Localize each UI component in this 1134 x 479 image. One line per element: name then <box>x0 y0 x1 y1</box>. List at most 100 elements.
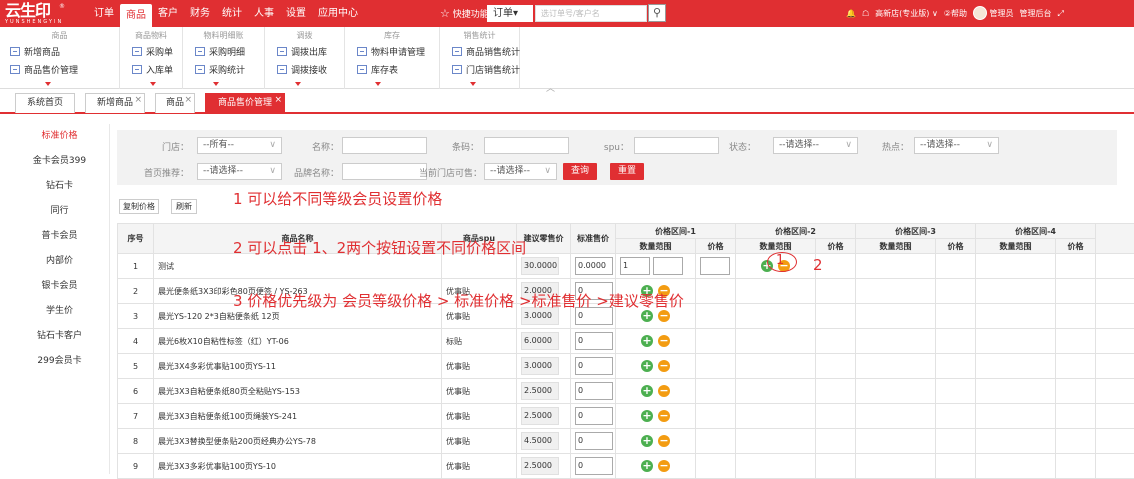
top-right-area: 🔔 ☖ 高新店(专业版) ∨ ②帮助 管理员 管理后台 ⤢ <box>846 0 1064 27</box>
std-price-input[interactable]: 0 <box>575 357 613 375</box>
ribbon-item[interactable]: 采购单 <box>132 45 173 58</box>
bell-icon[interactable]: 🔔 <box>846 0 856 27</box>
sidebar-item[interactable]: 银卡会员 <box>10 274 109 299</box>
barcode-input[interactable] <box>484 137 569 154</box>
logo[interactable]: 云生印 YUNSHENGYIN ® <box>5 3 63 24</box>
tab-label: 商品 <box>166 98 184 108</box>
store-select[interactable]: --所有--∨ <box>197 137 282 154</box>
ribbon-item[interactable]: 物料申请管理 <box>357 45 425 58</box>
price-input[interactable] <box>700 257 730 275</box>
sidebar-item[interactable]: 同行 <box>10 199 109 224</box>
ribbon-item[interactable]: 库存表 <box>357 63 398 76</box>
ribbon-item[interactable]: 调拨接收 <box>277 63 327 76</box>
order-type-select[interactable]: 订单▾ <box>487 5 533 22</box>
cell-empty <box>856 454 936 479</box>
nav-item-1[interactable]: 商品 <box>120 4 152 27</box>
std-price-input[interactable]: 0 <box>575 382 613 400</box>
sidebar-item[interactable]: 299会员卡 <box>10 349 109 374</box>
sidebar-item[interactable]: 金卡会员399 <box>10 149 109 174</box>
hot-select[interactable]: --请选择--∨ <box>914 137 999 154</box>
document-icon <box>357 47 367 56</box>
std-price-input[interactable]: 0 <box>575 332 613 350</box>
sidebar-item[interactable]: 内部价 <box>10 249 109 274</box>
tab-1[interactable]: 新增商品× <box>85 93 145 113</box>
remove-range-icon[interactable]: − <box>658 360 670 372</box>
ribbon-item[interactable]: 门店销售统计 <box>452 63 520 76</box>
qty-max-input[interactable] <box>653 257 683 275</box>
ribbon-item[interactable]: 入库单 <box>132 63 173 76</box>
ribbon-item[interactable]: 采购统计 <box>195 63 245 76</box>
remove-range-icon[interactable]: − <box>658 460 670 472</box>
remove-range-icon[interactable]: − <box>658 410 670 422</box>
cell-empty <box>976 304 1056 329</box>
std-price-input[interactable]: 0.0000 <box>575 257 613 275</box>
add-range-icon[interactable]: + <box>641 385 653 397</box>
reset-button[interactable]: 重置 <box>610 163 644 180</box>
copy-price-button[interactable]: 复制价格 <box>119 199 159 214</box>
quick-functions[interactable]: ☆ 快捷功能 <box>440 0 489 27</box>
nav-item-4[interactable]: 统计 <box>216 0 248 27</box>
ribbon-item[interactable]: 调拨出库 <box>277 45 327 58</box>
add-range-icon[interactable]: + <box>641 335 653 347</box>
std-price-input[interactable]: 0 <box>575 432 613 450</box>
nav-item-2[interactable]: 客户 <box>152 0 184 27</box>
name-input[interactable] <box>342 137 427 154</box>
close-icon[interactable]: × <box>184 91 192 110</box>
ribbon-item[interactable]: 新增商品 <box>10 45 60 58</box>
std-price-input[interactable]: 0 <box>575 457 613 475</box>
tab-3[interactable]: 商品售价管理× <box>205 93 285 113</box>
status-select[interactable]: --请选择--∨ <box>773 137 858 154</box>
recommend-select[interactable]: --请选择--∨ <box>197 163 282 180</box>
search-button[interactable]: ⚲ <box>648 4 666 22</box>
ribbon-item[interactable]: 商品售价管理 <box>10 63 78 76</box>
expand-icon[interactable]: ⤢ <box>1058 0 1064 27</box>
nav-item-3[interactable]: 财务 <box>184 0 216 27</box>
cell-spu: 优事贴 <box>442 404 517 429</box>
add-range-icon[interactable]: + <box>641 435 653 447</box>
admin-link[interactable]: 管理后台 <box>1020 0 1052 27</box>
ribbon-group-0: 商品新增商品商品售价管理 <box>0 27 120 89</box>
sidebar-item[interactable]: 钻石卡 <box>10 174 109 199</box>
order-search-input[interactable]: 选订单号/客户名 <box>535 5 647 22</box>
add-range-icon[interactable]: + <box>641 460 653 472</box>
annotation-1: 1 可以给不同等级会员设置价格 <box>233 188 442 209</box>
tab-2[interactable]: 商品× <box>155 93 195 113</box>
add-range-icon[interactable]: + <box>641 310 653 322</box>
cell-empty <box>936 404 976 429</box>
store-switch[interactable]: 高新店(专业版) ∨ <box>875 0 938 27</box>
add-range-icon[interactable]: + <box>641 360 653 372</box>
sidebar-item[interactable]: 钻石卡客户 <box>10 324 109 349</box>
dropdown-arrow-icon <box>150 82 156 86</box>
close-icon[interactable]: × <box>274 91 282 110</box>
user-menu[interactable]: 管理员 <box>973 0 1014 27</box>
ribbon-item[interactable]: 采购明细 <box>195 45 245 58</box>
help-link[interactable]: ②帮助 <box>944 0 967 27</box>
refresh-button[interactable]: 刷新 <box>171 199 197 214</box>
remove-range-icon[interactable]: − <box>658 385 670 397</box>
remove-range-icon[interactable]: − <box>658 435 670 447</box>
sidebar-item[interactable]: 普卡会员 <box>10 224 109 249</box>
sidebar-item[interactable]: 标准价格 <box>10 124 109 149</box>
cell-empty <box>1096 254 1134 279</box>
std-price-input[interactable]: 0 <box>575 407 613 425</box>
qty-min-input[interactable]: 1 <box>620 257 650 275</box>
sidebar-item[interactable]: 学生价 <box>10 299 109 324</box>
cell-empty <box>856 429 936 454</box>
remove-range-icon[interactable]: − <box>658 310 670 322</box>
home-icon[interactable]: ☖ <box>862 0 869 27</box>
nav-item-0[interactable]: 订单 <box>88 0 120 27</box>
remove-range-icon[interactable]: − <box>658 335 670 347</box>
col-price-2: 价格 <box>816 239 856 254</box>
ribbon-item[interactable]: 商品销售统计 <box>452 45 520 58</box>
cell-empty <box>976 454 1056 479</box>
nav-item-6[interactable]: 设置 <box>280 0 312 27</box>
sellable-select[interactable]: --请选择--∨ <box>484 163 557 180</box>
tab-0[interactable]: 系统首页 <box>15 93 75 113</box>
cell-empty <box>1096 329 1134 354</box>
cell-name: 晨光3X4多彩优事贴100页YS-11 <box>154 354 442 379</box>
add-range-icon[interactable]: + <box>641 410 653 422</box>
query-button[interactable]: 查询 <box>563 163 597 180</box>
nav-item-7[interactable]: 应用中心 <box>312 0 364 27</box>
close-icon[interactable]: × <box>134 91 142 110</box>
nav-item-5[interactable]: 人事 <box>248 0 280 27</box>
